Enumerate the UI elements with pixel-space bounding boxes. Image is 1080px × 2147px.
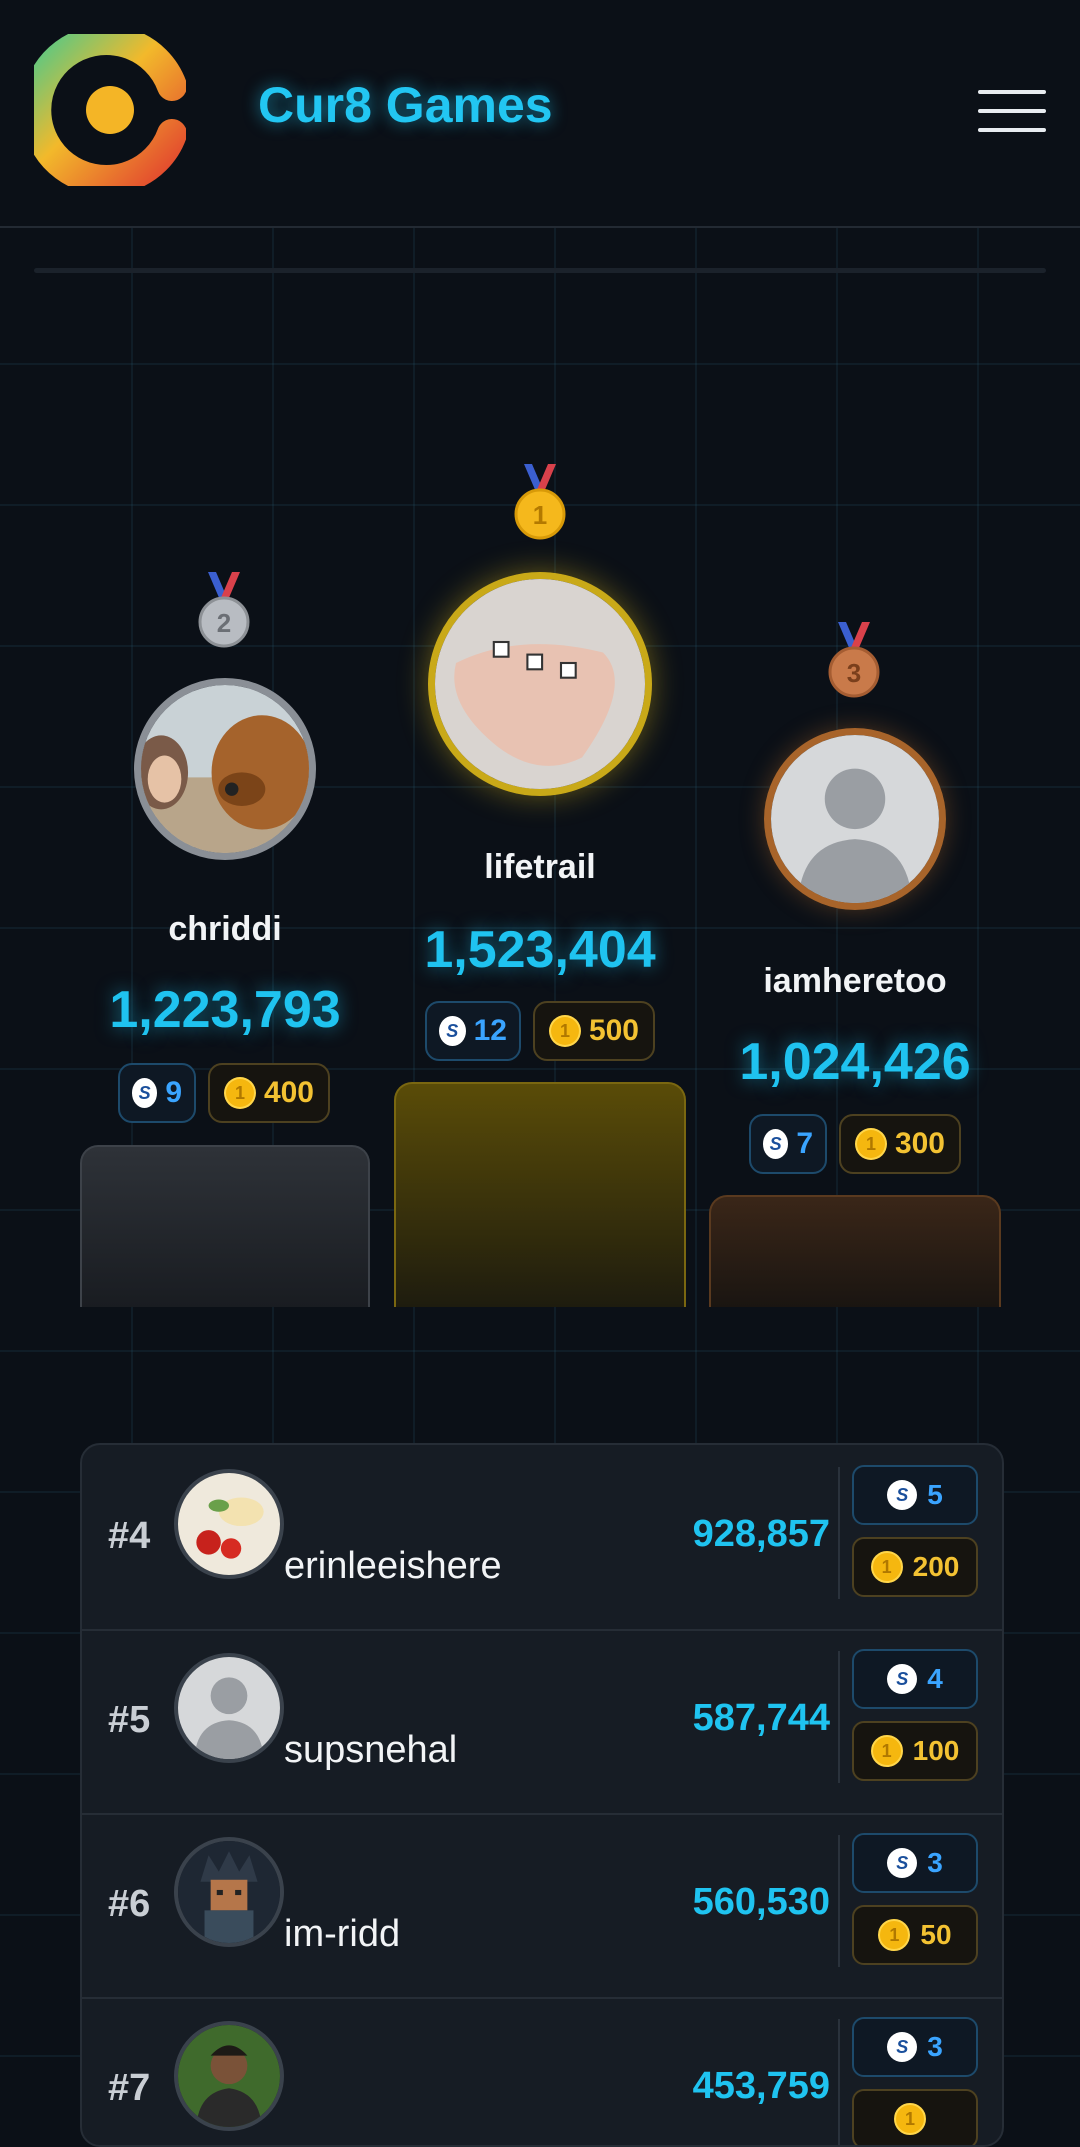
coin-icon: 1 — [855, 1128, 887, 1160]
steem-icon: S — [887, 2032, 918, 2062]
player-score: 453,759 — [692, 2065, 830, 2107]
svg-text:2: 2 — [217, 608, 231, 638]
cur8-logo-icon[interactable] — [34, 34, 186, 186]
steem-reward-chip: S 9 — [118, 1063, 196, 1123]
steem-icon: S — [887, 1664, 918, 1694]
steem-icon: S — [887, 1480, 918, 1510]
svg-text:3: 3 — [847, 658, 861, 688]
steem-reward-chip: S 3 — [852, 2017, 978, 2077]
coin-reward-chip: 1 100 — [852, 1721, 978, 1781]
list-item[interactable]: #6 im-ridd 560,530 S 3 1 50 — [82, 1813, 1002, 1999]
coin-icon: 1 — [878, 1919, 911, 1951]
coin-count: 300 — [894, 1127, 945, 1160]
player-score: 928,857 — [692, 1513, 830, 1555]
podium-name-1[interactable]: lifetrail — [390, 848, 690, 887]
list-item[interactable]: #5 supsnehal 587,744 S 4 1 100 — [82, 1629, 1002, 1815]
coin-icon: 1 — [224, 1077, 256, 1109]
rank-label: #7 — [108, 2067, 151, 2109]
coin-reward-chip: 1 300 — [839, 1114, 961, 1174]
pedestal-third — [709, 1195, 1001, 1307]
column-divider — [838, 1467, 840, 1599]
column-divider — [838, 1651, 840, 1783]
column-divider — [838, 2019, 840, 2145]
coin-count: 100 — [912, 1735, 960, 1766]
player-name[interactable]: supsnehal — [284, 1729, 457, 1772]
silver-medal-icon: 2 — [198, 572, 250, 648]
player-name[interactable]: erinleeishere — [284, 1545, 502, 1588]
column-divider — [838, 1835, 840, 1967]
steem-count: 12 — [473, 1014, 507, 1047]
coin-icon: 1 — [549, 1015, 581, 1047]
gold-medal-icon: 1 — [514, 464, 566, 540]
bronze-medal-icon: 3 — [828, 622, 880, 698]
steem-reward-chip: S 4 — [852, 1649, 978, 1709]
brand-title[interactable]: Cur8 Games — [258, 76, 553, 134]
app-header: Cur8 Games — [0, 0, 1080, 228]
coin-icon: 1 — [870, 1551, 903, 1583]
podium-name-2[interactable]: chriddi — [75, 910, 375, 949]
coin-reward-chip: 1 500 — [533, 1001, 655, 1061]
list-item[interactable]: #7 453,759 S 3 1 — [82, 1997, 1002, 2145]
hamburger-menu-icon[interactable] — [978, 90, 1046, 134]
avatar-iamheretoo[interactable] — [764, 728, 946, 910]
avatar-chriddi[interactable] — [134, 678, 316, 860]
steem-icon: S — [132, 1078, 158, 1108]
steem-reward-chip: S 3 — [852, 1833, 978, 1893]
avatar[interactable] — [174, 2021, 284, 2131]
avatar[interactable] — [174, 1469, 284, 1579]
player-score: 587,744 — [692, 1697, 830, 1739]
steem-icon: S — [439, 1016, 466, 1046]
svg-text:1: 1 — [533, 500, 547, 530]
steem-count: 3 — [927, 2031, 943, 2062]
podium-badges-3: S 7 1 300 — [749, 1114, 961, 1174]
steem-count: 4 — [927, 1663, 943, 1694]
podium-name-3[interactable]: iamheretoo — [705, 962, 1005, 1001]
steem-icon: S — [763, 1129, 789, 1159]
steem-count: 9 — [165, 1076, 182, 1109]
steem-reward-chip: S 5 — [852, 1465, 978, 1525]
steem-count: 5 — [927, 1479, 943, 1510]
rank-label: #4 — [108, 1515, 151, 1557]
pedestal-second — [80, 1145, 370, 1307]
steem-count: 7 — [796, 1127, 813, 1160]
avatar[interactable] — [174, 1653, 284, 1763]
coin-reward-chip: 1 200 — [852, 1537, 978, 1597]
podium-badges-1: S 12 1 500 — [425, 1001, 655, 1061]
coin-icon: 1 — [870, 1735, 903, 1767]
player-score: 560,530 — [692, 1881, 830, 1923]
coin-count: 400 — [263, 1076, 314, 1109]
coin-count: 500 — [588, 1014, 639, 1047]
pedestal-first — [394, 1082, 686, 1307]
steem-icon: S — [887, 1848, 918, 1878]
coin-reward-chip: 1 — [852, 2089, 978, 2145]
podium-score-1: 1,523,404 — [424, 921, 656, 979]
coin-count: 50 — [920, 1919, 952, 1950]
steem-reward-chip: S 12 — [425, 1001, 521, 1061]
podium-score-3: 1,024,426 — [739, 1033, 971, 1091]
rank-label: #5 — [108, 1699, 151, 1741]
leaderboard-list: #4 erinleeishere 928,857 S 5 1 200 #5 su… — [80, 1443, 1004, 2147]
list-item[interactable]: #4 erinleeishere 928,857 S 5 1 200 — [82, 1445, 1002, 1631]
player-name[interactable]: im-ridd — [284, 1913, 400, 1956]
rank-label: #6 — [108, 1883, 151, 1925]
coin-reward-chip: 1 50 — [852, 1905, 978, 1965]
avatar[interactable] — [174, 1837, 284, 1947]
podium-score-2: 1,223,793 — [109, 981, 341, 1039]
podium-badges-2: S 9 1 400 — [118, 1063, 330, 1123]
steem-count: 3 — [927, 1847, 943, 1878]
steem-reward-chip: S 7 — [749, 1114, 827, 1174]
header-divider — [34, 268, 1046, 273]
avatar-lifetrail[interactable] — [428, 572, 652, 796]
coin-count: 200 — [912, 1551, 960, 1582]
coin-reward-chip: 1 400 — [208, 1063, 330, 1123]
